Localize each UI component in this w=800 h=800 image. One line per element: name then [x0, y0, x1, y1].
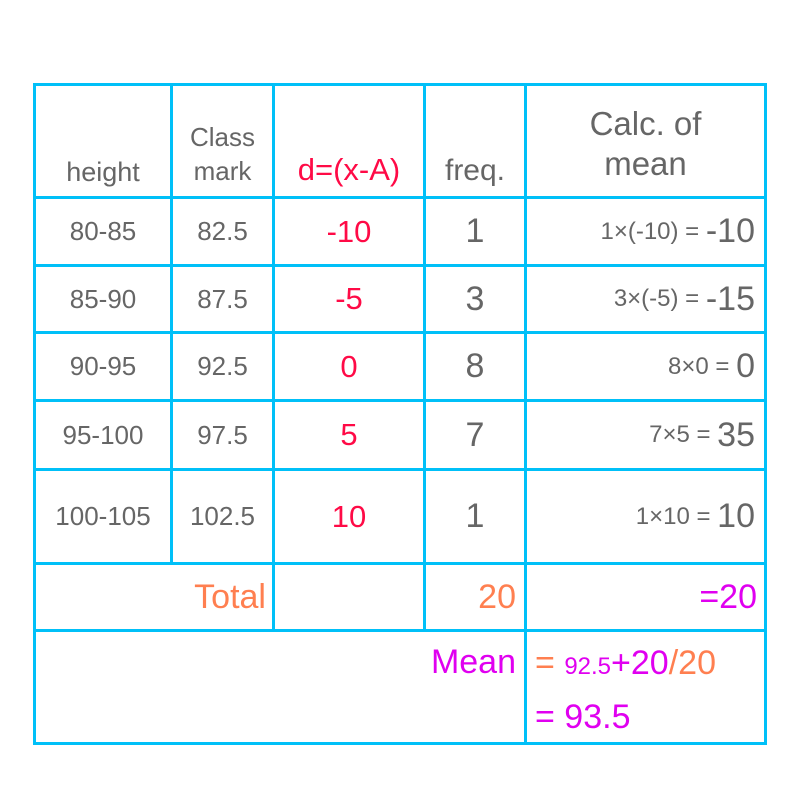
header-deviation: d=(x-A) — [275, 86, 423, 196]
cell-calc: 1×10 = 10 — [527, 471, 755, 562]
mean-numerator: 20 — [630, 644, 669, 682]
calc-expression: 7×5 = — [649, 421, 718, 448]
mean-plus: + — [611, 644, 631, 682]
cell-freq: 7 — [426, 402, 524, 468]
header-height: height — [36, 86, 170, 196]
class-mark-value: 87.5 — [197, 283, 248, 314]
grid-line — [764, 83, 767, 745]
grid-line — [33, 742, 767, 745]
mean-result: = 93.5 — [535, 698, 631, 736]
freq-value: 1 — [465, 497, 485, 535]
cell-height: 100-105 — [36, 471, 170, 562]
mean-calculation-table: height Class mark d=(x-A) freq. Calc. of… — [33, 83, 767, 745]
d-value: 0 — [340, 348, 358, 384]
header-frequency: freq. — [426, 86, 524, 196]
height-value: 95-100 — [62, 419, 144, 450]
cell-height: 80-85 — [36, 199, 170, 264]
header-class-mark-line2: mark — [193, 156, 252, 186]
total-calc: =20 — [699, 577, 757, 616]
total-label-cell: Total — [36, 565, 266, 629]
d-value: 5 — [340, 417, 358, 452]
calc-result: 10 — [717, 497, 755, 535]
cell-d: 0 — [275, 334, 423, 399]
cell-freq: 3 — [426, 267, 524, 331]
cell-class-mark: 82.5 — [173, 199, 272, 264]
cell-d: 5 — [275, 402, 423, 468]
calc-result: -10 — [705, 212, 755, 250]
header-calc-line2: mean — [604, 145, 687, 182]
mean-equals: = — [535, 644, 555, 682]
mean-denominator: 20 — [678, 644, 716, 682]
header-class-mark: Class mark — [173, 86, 272, 196]
height-value: 85-90 — [69, 283, 137, 314]
header-calc-line1: Calc. of — [589, 105, 702, 142]
cell-freq: 1 — [426, 199, 524, 264]
cell-height: 85-90 — [36, 267, 170, 331]
cell-height: 90-95 — [36, 334, 170, 399]
class-mark-value: 97.5 — [197, 419, 248, 450]
mean-label-cell: Mean — [36, 632, 516, 692]
cell-calc: 8×0 = 0 — [527, 334, 755, 399]
freq-value: 7 — [465, 415, 485, 454]
cell-calc: 7×5 = 35 — [527, 402, 755, 468]
cell-class-mark: 102.5 — [173, 471, 272, 562]
header-deviation-label: d=(x-A) — [297, 152, 401, 187]
calc-expression: 1×10 = — [635, 502, 718, 530]
header-frequency-label: freq. — [444, 154, 506, 187]
cell-d: 10 — [275, 471, 423, 562]
freq-value: 1 — [465, 212, 485, 250]
cell-freq: 8 — [426, 334, 524, 399]
cell-calc: 3×(-5) = -15 — [527, 267, 755, 331]
total-calc-cell: =20 — [527, 565, 757, 629]
height-value: 90-95 — [69, 351, 137, 381]
calc-expression: 3×(-5) = — [613, 285, 706, 312]
cell-d: -10 — [275, 199, 423, 264]
d-value: -5 — [335, 281, 363, 316]
height-value: 100-105 — [55, 501, 151, 531]
total-frequency-cell: 20 — [426, 565, 516, 629]
cell-class-mark: 92.5 — [173, 334, 272, 399]
cell-calc: 1×(-10) = -10 — [527, 199, 755, 264]
class-mark-value: 92.5 — [197, 351, 248, 381]
freq-value: 3 — [465, 279, 485, 318]
mean-formula: = 92.5+20/20 — [535, 638, 716, 692]
calc-result: 0 — [736, 347, 755, 385]
mean-divider: / — [668, 644, 679, 682]
cell-d: -5 — [275, 267, 423, 331]
mean-assumed: 92.5 — [564, 653, 612, 680]
cell-height: 95-100 — [36, 402, 170, 468]
total-frequency: 20 — [478, 577, 516, 616]
calc-result: -15 — [705, 279, 755, 318]
cell-class-mark: 97.5 — [173, 402, 272, 468]
total-label: Total — [194, 577, 266, 616]
header-height-label: height — [66, 157, 140, 187]
cell-class-mark: 87.5 — [173, 267, 272, 331]
d-value: 10 — [331, 498, 367, 534]
calc-result: 35 — [717, 415, 755, 454]
class-mark-value: 82.5 — [197, 216, 248, 246]
cell-freq: 1 — [426, 471, 524, 562]
calc-expression: 8×0 = — [668, 352, 737, 380]
height-value: 80-85 — [69, 216, 137, 246]
mean-calc-cell: = 92.5+20/20 = 93.5 — [527, 632, 764, 742]
header-class-mark-line1: Class — [189, 122, 255, 152]
calc-expression: 1×(-10) = — [600, 217, 706, 245]
d-value: -10 — [326, 213, 372, 249]
header-calc-of-mean: Calc. of mean — [527, 86, 764, 196]
mean-label: Mean — [430, 642, 516, 681]
class-mark-value: 102.5 — [189, 501, 256, 531]
freq-value: 8 — [465, 347, 485, 385]
